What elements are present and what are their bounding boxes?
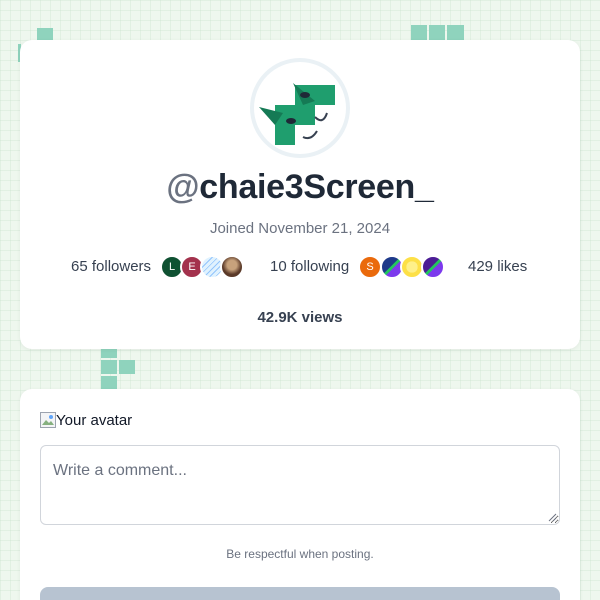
following-avatar[interactable]: S [358,255,382,279]
follower-avatar[interactable] [220,255,244,279]
handle-prefix: @ [166,168,200,206]
your-avatar-image: Your avatar [40,412,132,430]
join-date: Joined November 21, 2024 [209,220,391,237]
background-block [37,28,53,40]
views-count: 42.9K views [257,309,343,326]
background-block [101,349,117,358]
profile-avatar[interactable] [250,58,350,158]
handle-text: chaie3Screen_ [199,168,434,206]
following-avatar[interactable] [421,255,445,279]
profile-card: @chaie3Screen_ Joined November 21, 2024 … [20,40,580,349]
background-block [429,25,445,40]
comment-input[interactable] [40,445,560,525]
following-count[interactable]: 10 following [270,258,349,275]
broken-image-icon [40,412,56,428]
background-block [447,25,464,40]
background-block [101,376,117,389]
background-block [119,360,135,374]
background-block [411,25,427,40]
followers-count[interactable]: 65 followers [71,258,151,275]
likes-count: 429 likes [468,258,528,275]
post-comment-button[interactable]: Post [40,587,560,600]
comment-hint: Be respectful when posting. [226,547,374,561]
your-avatar-alt: Your avatar [56,412,133,429]
background-block [101,360,117,374]
comment-card: Your avatar Be respectful when posting. … [20,389,580,600]
cat-logo-icon [254,62,346,154]
username: @chaie3Screen_ [20,168,580,207]
